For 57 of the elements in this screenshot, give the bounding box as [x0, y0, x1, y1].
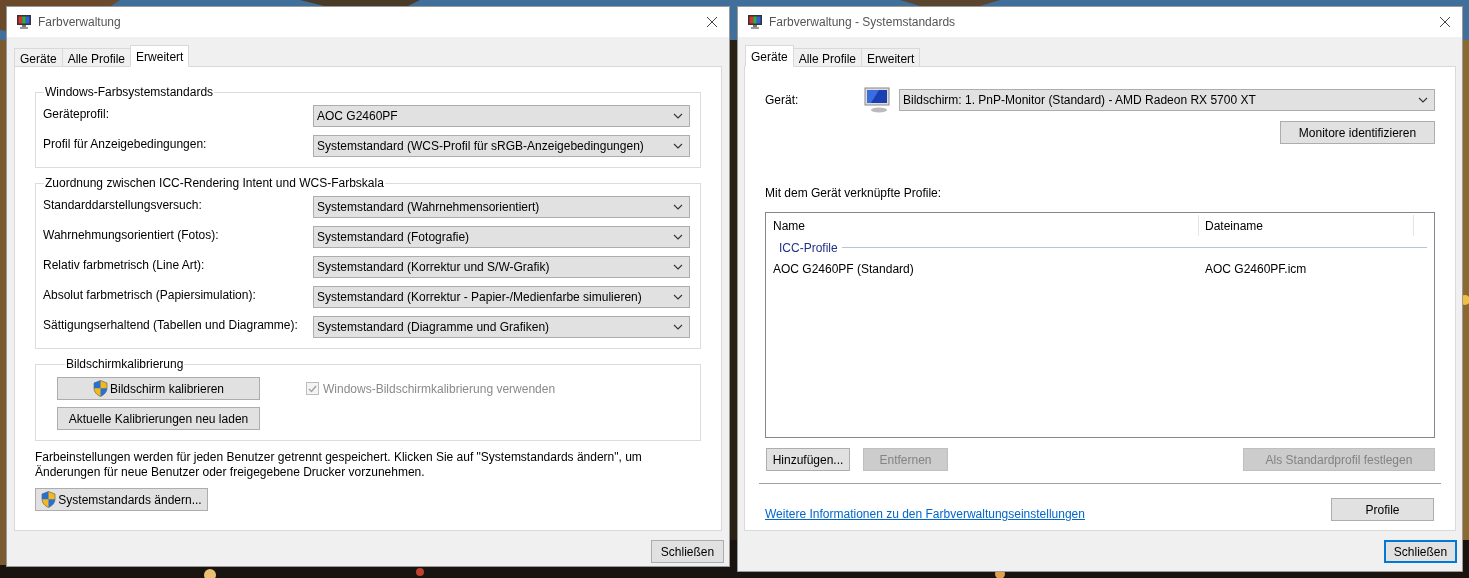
- checkmark-icon: [308, 384, 317, 393]
- group-title: Bildschirmkalibrierung: [65, 356, 185, 373]
- chevron-down-icon: [673, 113, 683, 119]
- table-cell-text: AOC G2460PF.icm: [1205, 261, 1307, 278]
- chevron-down-icon: [673, 264, 683, 270]
- monitor-icon: [747, 14, 763, 30]
- field-label: Profil für Anzeigebedingungen:: [43, 136, 208, 153]
- info-text: Farbeinstellungen werden für jeden Benutzer getrennt gespeichert. Klicken Sie auf "Systemstandards ändern", um Änderungen für neue Benutzer oder freigegebene Drucker vorzunehmen.: [35, 450, 643, 480]
- chevron-down-icon: [673, 294, 683, 300]
- tab[interactable]: Geräte: [745, 45, 794, 67]
- change-defaults-button[interactable]: Systemstandards ändern...: [35, 488, 208, 511]
- dropdown[interactable]: Systemstandard (Fotografie): [313, 226, 690, 248]
- field-label: Absolut farbmetrisch (Papiersimulation):: [43, 287, 257, 304]
- field-label: Geräteprofil:: [43, 106, 111, 123]
- group-title: Zuordnung zwischen ICC-Rendering Intent und WCS-Farbskala: [44, 175, 385, 192]
- monitor-icon: [16, 14, 32, 30]
- field-label: Standarddarstellungsversuch:: [43, 197, 203, 214]
- chevron-down-icon: [673, 204, 683, 210]
- dropdown[interactable]: Systemstandard (Korrektur - Papier-/Medienfarbe simulieren): [313, 286, 690, 308]
- chevron-down-icon: [673, 143, 683, 149]
- calibrate-button[interactable]: Bildschirm kalibrieren: [57, 377, 260, 400]
- table-cell-text: AOC G2460PF (Standard): [773, 261, 915, 278]
- chevron-down-icon: [1418, 97, 1428, 103]
- field-label: Sättigungserhaltend (Tabellen und Diagramme):: [43, 317, 299, 334]
- dropdown[interactable]: Systemstandard (Wahrnehmensorientiert): [313, 196, 690, 218]
- field-label: Wahrnehmungsorientiert (Fotos):: [43, 227, 220, 244]
- close-button[interactable]: Schließen: [1384, 540, 1457, 563]
- close-icon[interactable]: [1439, 16, 1451, 28]
- dropdown[interactable]: Systemstandard (Korrektur und S/W-Grafik): [313, 256, 690, 278]
- dropdown[interactable]: Systemstandard (Diagramme und Grafiken): [313, 316, 690, 338]
- column-header[interactable]: Dateiname: [1199, 215, 1414, 236]
- chevron-down-icon: [673, 234, 683, 240]
- column-header[interactable]: Name: [773, 215, 1199, 236]
- tab[interactable]: Erweitert: [130, 45, 190, 67]
- field-label: Relativ farbmetrisch (Line Art):: [43, 257, 206, 274]
- monitor-icon: [863, 86, 891, 114]
- group-title: Windows-Farbsystemstandards: [44, 84, 215, 101]
- checkbox-label: Windows-Bildschirmkalibrierung verwenden: [323, 380, 556, 398]
- tab[interactable]: Geräte: [14, 48, 63, 67]
- info-link[interactable]: Weitere Informationen zu den Farbverwaltungseinstellungen: [765, 505, 1085, 523]
- close-button[interactable]: Schließen: [651, 540, 724, 563]
- add-button[interactable]: Hinzufügen...: [766, 448, 850, 471]
- close-icon[interactable]: [706, 16, 718, 28]
- chevron-down-icon: [673, 324, 683, 330]
- shield-icon: [41, 491, 57, 508]
- group-header: ICC-Profile: [779, 239, 838, 257]
- window-title: Farbverwaltung: [38, 14, 122, 31]
- window-title: Farbverwaltung - Systemstandards: [769, 14, 957, 31]
- list-label: Mit dem Gerät verknüpfte Profile:: [765, 185, 943, 202]
- dropdown[interactable]: Bildschirm: 1. PnP-Monitor (Standard) - AMD Radeon RX 5700 XT: [899, 89, 1435, 111]
- dropdown[interactable]: Systemstandard (WCS-Profil für sRGB-Anzeigebedingungen): [313, 135, 690, 157]
- shield-icon: [92, 380, 108, 397]
- dropdown[interactable]: AOC G2460PF: [313, 105, 690, 127]
- device-label: Gerät:: [765, 92, 800, 109]
- reload-calibration-button[interactable]: Aktuelle Kalibrierungen neu laden: [57, 407, 260, 430]
- identify-monitors-button[interactable]: Monitore identifizieren: [1280, 121, 1435, 144]
- profiles-button[interactable]: Profile: [1331, 498, 1434, 521]
